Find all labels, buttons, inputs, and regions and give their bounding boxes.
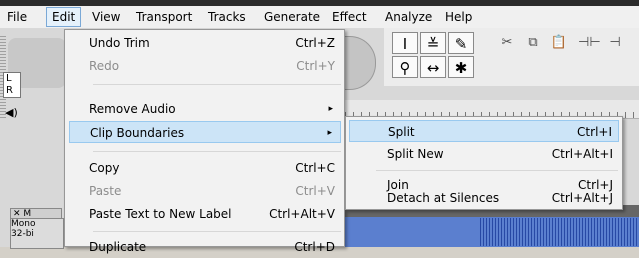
menu-generate[interactable]: Generate — [259, 8, 325, 26]
menu-item-paste-text-new-label[interactable]: Paste Text to New Label Ctrl+Alt+V — [69, 203, 341, 225]
meter-right-label: R — [6, 85, 13, 96]
track-channel-label: Mono — [11, 219, 36, 229]
menu-separator — [93, 84, 341, 85]
speaker-icon[interactable]: ◀) — [5, 106, 18, 119]
timeshift-tool-icon[interactable]: ↔ — [420, 56, 446, 78]
menu-item-shortcut: Ctrl+Y — [296, 59, 335, 73]
menu-help[interactable]: Help — [440, 8, 477, 26]
silence-icon[interactable]: ⊣ — [604, 32, 626, 54]
envelope-tool-icon[interactable]: ≚ — [420, 32, 446, 54]
clip-boundaries-submenu: Split Ctrl+I Split New Ctrl+Alt+I Join C… — [345, 116, 623, 210]
menu-item-shortcut: Ctrl+C — [295, 161, 335, 175]
edit-menu: Undo Trim Ctrl+Z Redo Ctrl+Y Remove Audi… — [64, 29, 345, 254]
menu-item-label: Undo Trim — [89, 36, 150, 50]
meter-left-label: L — [6, 73, 12, 84]
menu-item-label: Paste Text to New Label — [89, 207, 232, 221]
menu-item-label: Duplicate — [89, 240, 147, 254]
menubar: File Edit View Transport Tracks Generate… — [0, 6, 639, 29]
menu-item-shortcut: Ctrl+D — [294, 240, 335, 254]
menu-separator — [93, 151, 341, 152]
draw-tool-icon[interactable]: ✎ — [448, 32, 474, 54]
menu-item-label: Detach at Silences — [387, 191, 500, 205]
menu-item-redo[interactable]: Redo Ctrl+Y — [69, 55, 341, 77]
submenu-arrow-icon: ▸ — [327, 128, 332, 138]
menu-item-paste[interactable]: Paste Ctrl+V — [69, 180, 341, 202]
menu-edit[interactable]: Edit — [46, 7, 82, 27]
menu-item-label: Split — [388, 125, 415, 139]
menu-file[interactable]: File — [2, 8, 32, 26]
menu-item-split-new[interactable]: Split New Ctrl+Alt+I — [349, 143, 619, 165]
menu-item-detach-at-silences[interactable]: Detach at Silences Ctrl+Alt+J — [349, 187, 619, 209]
menu-separator — [93, 231, 341, 232]
menu-transport[interactable]: Transport — [131, 8, 197, 26]
meter-toolbar[interactable]: L R — [3, 72, 21, 98]
menu-item-split[interactable]: Split Ctrl+I — [349, 120, 619, 142]
zoom-tool-icon[interactable]: ⚲ — [392, 56, 418, 78]
menu-item-label: Paste — [89, 184, 122, 198]
menu-item-shortcut: Ctrl+Alt+V — [269, 207, 335, 221]
cut-icon[interactable]: ✂ — [496, 32, 518, 54]
menu-item-label: Remove Audio — [89, 102, 176, 116]
menu-item-label: Clip Boundaries — [90, 126, 185, 140]
menu-item-label: Copy — [89, 161, 120, 175]
submenu-arrow-icon: ▸ — [328, 104, 333, 114]
menu-item-shortcut: Ctrl+I — [577, 125, 612, 139]
tools-toolbar: I ≚ ✎ ⚲ ↔ ✱ ✂ ⧉ 📋 ⊣⊢ ⊣ — [384, 28, 639, 86]
menu-item-label: Redo — [89, 59, 120, 73]
menu-item-undo[interactable]: Undo Trim Ctrl+Z — [69, 32, 341, 54]
copy-icon[interactable]: ⧉ — [522, 32, 544, 54]
menu-item-shortcut: Ctrl+Z — [295, 36, 335, 50]
waveform-peaks — [480, 218, 639, 246]
paste-icon[interactable]: 📋 — [548, 32, 570, 54]
menu-view[interactable]: View — [87, 8, 125, 26]
track-format-label: 32-bi — [11, 229, 34, 239]
menu-item-label: Split New — [387, 147, 444, 161]
menu-tracks[interactable]: Tracks — [203, 8, 251, 26]
multi-tool-icon[interactable]: ✱ — [448, 56, 474, 78]
menu-item-copy[interactable]: Copy Ctrl+C — [69, 157, 341, 179]
menu-effect[interactable]: Effect — [327, 8, 372, 26]
menu-item-duplicate[interactable]: Duplicate Ctrl+D — [69, 236, 341, 258]
selection-tool-icon[interactable]: I — [392, 32, 418, 54]
menu-item-clip-boundaries[interactable]: Clip Boundaries ▸ — [69, 121, 341, 143]
menu-analyze[interactable]: Analyze — [380, 8, 437, 26]
menu-item-shortcut: Ctrl+Alt+I — [551, 147, 613, 161]
menu-item-shortcut: Ctrl+Alt+J — [551, 191, 613, 205]
menu-item-shortcut: Ctrl+V — [295, 184, 335, 198]
menu-item-remove-audio[interactable]: Remove Audio ▸ — [69, 98, 341, 120]
trim-icon[interactable]: ⊣⊢ — [578, 32, 601, 54]
track-control-panel[interactable]: Mono 32-bi — [10, 218, 64, 249]
menu-separator — [376, 170, 618, 171]
